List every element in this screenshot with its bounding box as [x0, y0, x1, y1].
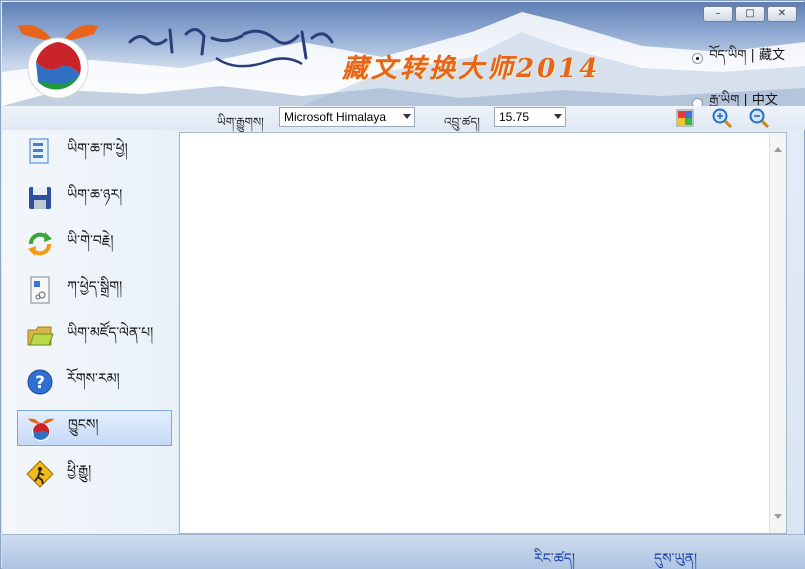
status-link-length[interactable]: རིང་ཚད།: [534, 542, 575, 569]
sidebar-item-label: ཡིག་ཆ་ཉར།: [67, 187, 123, 203]
sidebar-item-save[interactable]: ཡིག་ཆ་ཉར།: [17, 180, 172, 216]
font-value: Microsoft Himalaya: [284, 110, 387, 124]
sort-document-icon: [30, 276, 50, 304]
sidebar-item-label: ཀ་ཕྱེད་སྒྲིག།: [67, 279, 123, 295]
minimize-button[interactable]: –: [703, 6, 733, 22]
size-value: 15.75: [499, 110, 530, 124]
sidebar-item-label: ཡི་གེ་བརྗེ།: [67, 233, 114, 249]
chevron-down-icon: [554, 114, 562, 119]
maximize-button[interactable]: □: [735, 6, 765, 22]
sidebar-item-help[interactable]: ? རོགས་རམ།: [17, 364, 172, 400]
open-document-icon: [29, 138, 49, 164]
status-link-time[interactable]: དུས་ཡུན།: [654, 542, 697, 569]
close-button[interactable]: ✕: [767, 6, 797, 22]
radio-button-selected[interactable]: [692, 53, 704, 64]
sidebar-item-exit[interactable]: ཕྱི་རྒྱུ།: [17, 456, 172, 492]
size-select[interactable]: 15.75: [494, 107, 566, 127]
sidebar-item-label: ཡིག་ཆ་ཁ་ཕྱེ།: [67, 141, 128, 157]
sidebar-item-convert[interactable]: ཡི་གེ་བརྗེ།: [17, 226, 172, 262]
app-window: 藏文转换大师2014 – □ ✕ བོད་ཡིག | 藏文 རྒྱ་ཡིག | …: [0, 0, 805, 569]
app-logo-icon: [18, 24, 98, 99]
header-banner: 藏文转换大师2014 – □ ✕ བོད་ཡིག | 藏文 རྒྱ་ཡིག | …: [2, 2, 805, 106]
sidebar-item-folder[interactable]: ཡིག་མཛོད་ལེན་པ།: [17, 318, 172, 354]
font-select[interactable]: Microsoft Himalaya: [279, 107, 415, 127]
exit-icon: [26, 460, 54, 488]
language-label: བོད་ཡིག | 藏文: [709, 48, 785, 63]
svg-text:?: ?: [35, 373, 45, 393]
window-controls: – □ ✕: [703, 6, 797, 22]
logo-icon: [28, 418, 54, 441]
sidebar-item-about[interactable]: ཁྱུངས།: [17, 410, 172, 446]
color-grid-icon[interactable]: [674, 107, 696, 129]
folder-icon: [27, 326, 54, 346]
status-bar: རིང་ཚད། དུས་ཡུན།: [2, 534, 805, 569]
language-selector: བོད་ཡིག | 藏文 རྒྱ་ཡིག | 中文: [692, 40, 785, 106]
scroll-down-icon[interactable]: [774, 514, 782, 519]
language-label: རྒྱ་ཡིག | 中文: [709, 93, 778, 106]
toolbar: ཡིག་རྒྱུགས། Microsoft Himalaya འབྲུ་ཚད། …: [2, 106, 805, 130]
chevron-down-icon: [403, 114, 411, 119]
zoom-out-icon[interactable]: [748, 107, 770, 129]
sidebar: ཡིག་ཆ་ཁ་ཕྱེ། ཡིག་ཆ་ཉར། ཡི་གེ་བརྗེ། ཀ་ཕྱེ…: [2, 130, 178, 534]
tibetan-calligraphy-title: [128, 28, 334, 68]
sidebar-item-label: ཡིག་མཛོད་ལེན་པ།: [67, 325, 154, 341]
sidebar-item-label: ཕྱི་རྒྱུ།: [67, 463, 92, 479]
language-option-chinese[interactable]: རྒྱ་ཡིག | 中文: [692, 85, 785, 106]
zoom-in-icon[interactable]: [711, 107, 733, 129]
scroll-up-icon[interactable]: [774, 147, 782, 152]
save-disk-icon: [29, 187, 51, 209]
vertical-scrollbar[interactable]: [769, 133, 786, 533]
convert-arrows-icon: [28, 232, 52, 256]
help-icon: ?: [27, 369, 53, 395]
sidebar-item-open[interactable]: ཡིག་ཆ་ཁ་ཕྱེ།: [17, 134, 172, 170]
sidebar-item-label: རོགས་རམ།: [67, 371, 120, 387]
sidebar-item-label: ཁྱུངས།: [68, 417, 99, 433]
text-editor-area[interactable]: [179, 132, 787, 534]
language-option-tibetan[interactable]: བོད་ཡིག | 藏文: [692, 40, 785, 77]
app-title: 藏文转换大师2014: [342, 54, 601, 84]
radio-button[interactable]: [692, 98, 704, 106]
sidebar-item-sort[interactable]: ཀ་ཕྱེད་སྒྲིག།: [17, 272, 172, 308]
